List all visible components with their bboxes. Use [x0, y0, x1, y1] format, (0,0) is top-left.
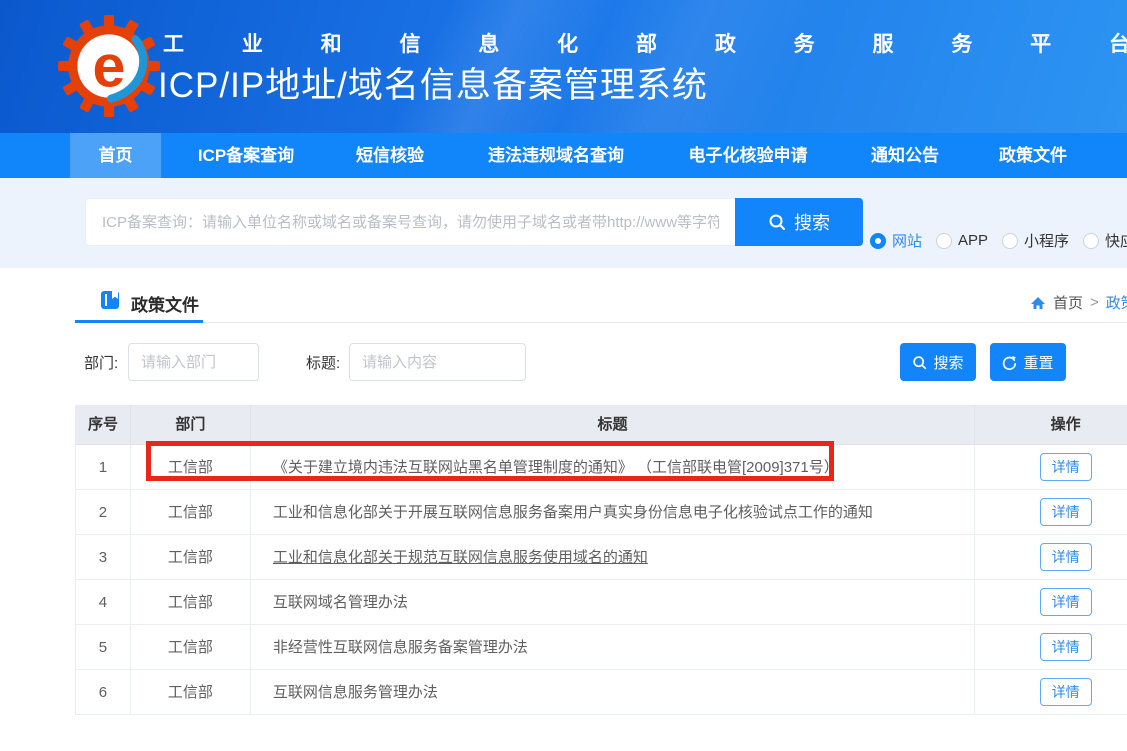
policy-book-icon — [100, 290, 120, 310]
nav-item-notices[interactable]: 通知公告 — [871, 133, 939, 178]
nav-item-e-verification[interactable]: 电子化核验申请 — [689, 133, 808, 178]
nav-item-sms-verify[interactable]: 短信核验 — [356, 133, 424, 178]
cell-title[interactable]: 互联网域名管理办法 — [251, 580, 975, 624]
cell-no: 3 — [76, 535, 131, 579]
cell-no: 2 — [76, 490, 131, 534]
nav-item-icp-query[interactable]: ICP备案查询 — [198, 133, 294, 178]
cell-dept: 工信部 — [131, 580, 251, 624]
dept-filter-label: 部门: — [84, 352, 118, 373]
title-filter-label: 标题: — [306, 352, 340, 373]
cell-action: 详情 — [975, 670, 1127, 714]
cell-dept: 工信部 — [131, 625, 251, 669]
breadcrumb-current[interactable]: 政策文件 — [1106, 292, 1127, 313]
filter-search-button[interactable]: 搜索 — [900, 343, 976, 381]
cell-title[interactable]: 工业和信息化部关于开展互联网信息服务备案用户真实身份信息电子化核验试点工作的通知 — [251, 490, 975, 534]
table-row: 1 工信部 《关于建立境内违法互联网站黑名单管理制度的通知》 （工信部联电管[2… — [76, 445, 1127, 490]
radio-dot-icon — [1002, 233, 1018, 249]
gear-e-logo: e — [58, 15, 160, 117]
radio-app[interactable]: APP — [936, 230, 988, 251]
cell-title[interactable]: 《关于建立境内违法互联网站黑名单管理制度的通知》 （工信部联电管[2009]37… — [251, 445, 975, 489]
cell-no: 5 — [76, 625, 131, 669]
table-header-row: 序号 部门 标题 操作 — [76, 405, 1127, 445]
detail-button[interactable]: 详情 — [1040, 588, 1092, 616]
radio-dot-icon — [936, 233, 952, 249]
main-nav: 首页 ICP备案查询 短信核验 违法违规域名查询 电子化核验申请 通知公告 政策… — [0, 133, 1127, 178]
nav-item-policy-files[interactable]: 政策文件 — [999, 133, 1067, 178]
reset-icon — [1002, 355, 1017, 370]
search-type-radio-group: 网站 APP 小程序 快应用 — [870, 230, 1127, 251]
icp-search-band: 搜索 网站 APP 小程序 快应用 — [0, 178, 1127, 268]
breadcrumb: 首页 > 政策文件 — [1030, 292, 1127, 313]
cell-action: 详情 — [975, 580, 1127, 624]
policy-table: 序号 部门 标题 操作 1 工信部 《关于建立境内违法互联网站黑名单管理制度的通… — [75, 405, 1127, 715]
cell-no: 4 — [76, 580, 131, 624]
breadcrumb-separator: > — [1090, 294, 1099, 311]
cell-action: 详情 — [975, 490, 1127, 534]
search-icon — [912, 355, 927, 370]
detail-button[interactable]: 详情 — [1040, 678, 1092, 706]
active-tab-underline — [75, 320, 203, 323]
ministry-banner: 工 业 和 信 息 化 部 政 务 服 务 平 台 — [163, 28, 1127, 58]
table-row: 5 工信部 非经营性互联网信息服务备案管理办法 详情 — [76, 625, 1127, 670]
cell-title[interactable]: 非经营性互联网信息服务备案管理办法 — [251, 625, 975, 669]
cell-action: 详情 — [975, 535, 1127, 579]
radio-quickapp[interactable]: 快应用 — [1083, 230, 1127, 251]
cell-dept: 工信部 — [131, 535, 251, 579]
col-header-dept: 部门 — [131, 405, 251, 444]
col-header-no: 序号 — [76, 405, 131, 444]
icp-search-input[interactable] — [85, 198, 735, 246]
cell-action: 详情 — [975, 625, 1127, 669]
svg-text:e: e — [93, 32, 126, 99]
cell-no: 1 — [76, 445, 131, 489]
table-row: 4 工信部 互联网域名管理办法 详情 — [76, 580, 1127, 625]
section-divider — [75, 322, 1127, 323]
radio-dot-icon — [1083, 233, 1099, 249]
icp-search-button-label: 搜索 — [794, 209, 830, 235]
cell-title[interactable]: 工业和信息化部关于规范互联网信息服务使用域名的通知 — [251, 535, 975, 579]
system-title: ICP/IP地址/域名信息备案管理系统 — [158, 57, 708, 108]
cell-dept: 工信部 — [131, 445, 251, 489]
title-filter-input[interactable] — [349, 343, 526, 381]
table-row: 3 工信部 工业和信息化部关于规范互联网信息服务使用域名的通知 详情 — [76, 535, 1127, 580]
filter-reset-button[interactable]: 重置 — [990, 343, 1066, 381]
cell-action: 详情 — [975, 445, 1127, 489]
col-header-action: 操作 — [975, 405, 1127, 444]
cell-dept: 工信部 — [131, 490, 251, 534]
radio-miniprogram[interactable]: 小程序 — [1002, 230, 1069, 251]
home-icon — [1030, 295, 1046, 311]
detail-button[interactable]: 详情 — [1040, 543, 1092, 571]
cell-no: 6 — [76, 670, 131, 714]
section-title: 政策文件 — [131, 291, 199, 316]
table-row: 2 工信部 工业和信息化部关于开展互联网信息服务备案用户真实身份信息电子化核验试… — [76, 490, 1127, 535]
dept-filter-input[interactable] — [128, 343, 259, 381]
detail-button[interactable]: 详情 — [1040, 453, 1092, 481]
radio-website[interactable]: 网站 — [870, 230, 922, 251]
cell-dept: 工信部 — [131, 670, 251, 714]
cell-title[interactable]: 互联网信息服务管理办法 — [251, 670, 975, 714]
col-header-title: 标题 — [251, 405, 975, 444]
detail-button[interactable]: 详情 — [1040, 633, 1092, 661]
detail-button[interactable]: 详情 — [1040, 498, 1092, 526]
nav-item-illegal-domain-query[interactable]: 违法违规域名查询 — [488, 133, 624, 178]
table-row: 6 工信部 互联网信息服务管理办法 详情 — [76, 670, 1127, 715]
breadcrumb-home[interactable]: 首页 — [1053, 292, 1083, 313]
nav-item-home[interactable]: 首页 — [70, 133, 161, 178]
icp-beian-page: e 工 业 和 信 息 化 部 政 务 服 务 平 台 ICP/IP地址/域名信… — [0, 0, 1127, 751]
icp-search-button[interactable]: 搜索 — [735, 198, 863, 246]
radio-dot-icon — [870, 233, 886, 249]
site-header: e 工 业 和 信 息 化 部 政 务 服 务 平 台 ICP/IP地址/域名信… — [0, 0, 1127, 133]
search-icon — [768, 213, 786, 231]
